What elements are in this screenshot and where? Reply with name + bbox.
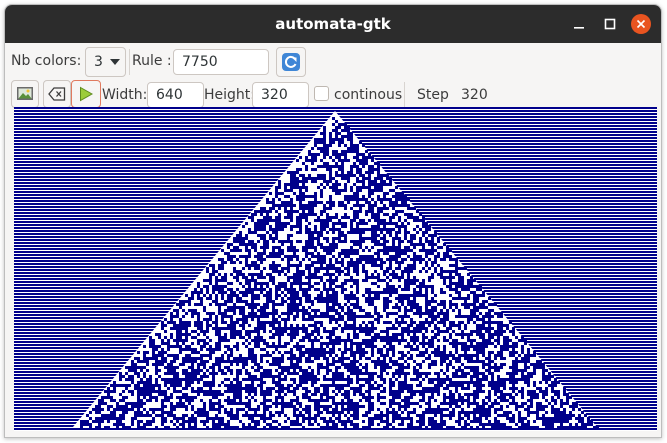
- app-window: automata-gtk Nb colors: 3 Rule : 7750 Wi…: [4, 4, 662, 438]
- refresh-icon: [282, 53, 300, 71]
- nb-colors-value: 3: [94, 54, 103, 70]
- nb-colors-dropdown[interactable]: 3: [85, 47, 126, 77]
- automaton-canvas[interactable]: [14, 107, 657, 431]
- play-icon: [80, 86, 94, 102]
- width-label: Width:: [102, 87, 148, 103]
- step-value: 320: [461, 87, 488, 103]
- minimize-button[interactable]: [570, 15, 588, 33]
- continous-label[interactable]: continous: [334, 87, 402, 103]
- image-icon: [17, 87, 33, 100]
- toolbar-rules: Nb colors: 3 Rule : 7750: [5, 45, 661, 79]
- height-input[interactable]: 320: [252, 82, 309, 108]
- minimize-icon: [574, 27, 584, 29]
- separator: [129, 49, 130, 75]
- separator: [404, 82, 405, 108]
- chevron-down-icon: [109, 59, 120, 65]
- close-button[interactable]: [631, 14, 651, 34]
- clear-button[interactable]: [43, 80, 71, 108]
- height-label: Height:: [204, 87, 255, 103]
- width-input[interactable]: 640: [147, 82, 204, 108]
- title-bar[interactable]: automata-gtk: [5, 5, 661, 43]
- close-icon: [636, 19, 646, 29]
- save-image-button[interactable]: [11, 80, 39, 108]
- run-button[interactable]: [71, 80, 101, 108]
- automaton-image: [14, 107, 657, 431]
- rule-label: Rule :: [132, 53, 172, 69]
- maximize-button[interactable]: [601, 15, 619, 33]
- maximize-icon: [604, 18, 616, 30]
- continous-checkbox[interactable]: [314, 86, 329, 101]
- step-label: Step: [417, 87, 449, 103]
- rule-input[interactable]: 7750: [173, 49, 269, 75]
- backspace-icon: [48, 87, 66, 101]
- window-title: automata-gtk: [275, 15, 391, 33]
- nb-colors-label: Nb colors:: [11, 53, 82, 69]
- apply-rule-button[interactable]: [276, 47, 306, 77]
